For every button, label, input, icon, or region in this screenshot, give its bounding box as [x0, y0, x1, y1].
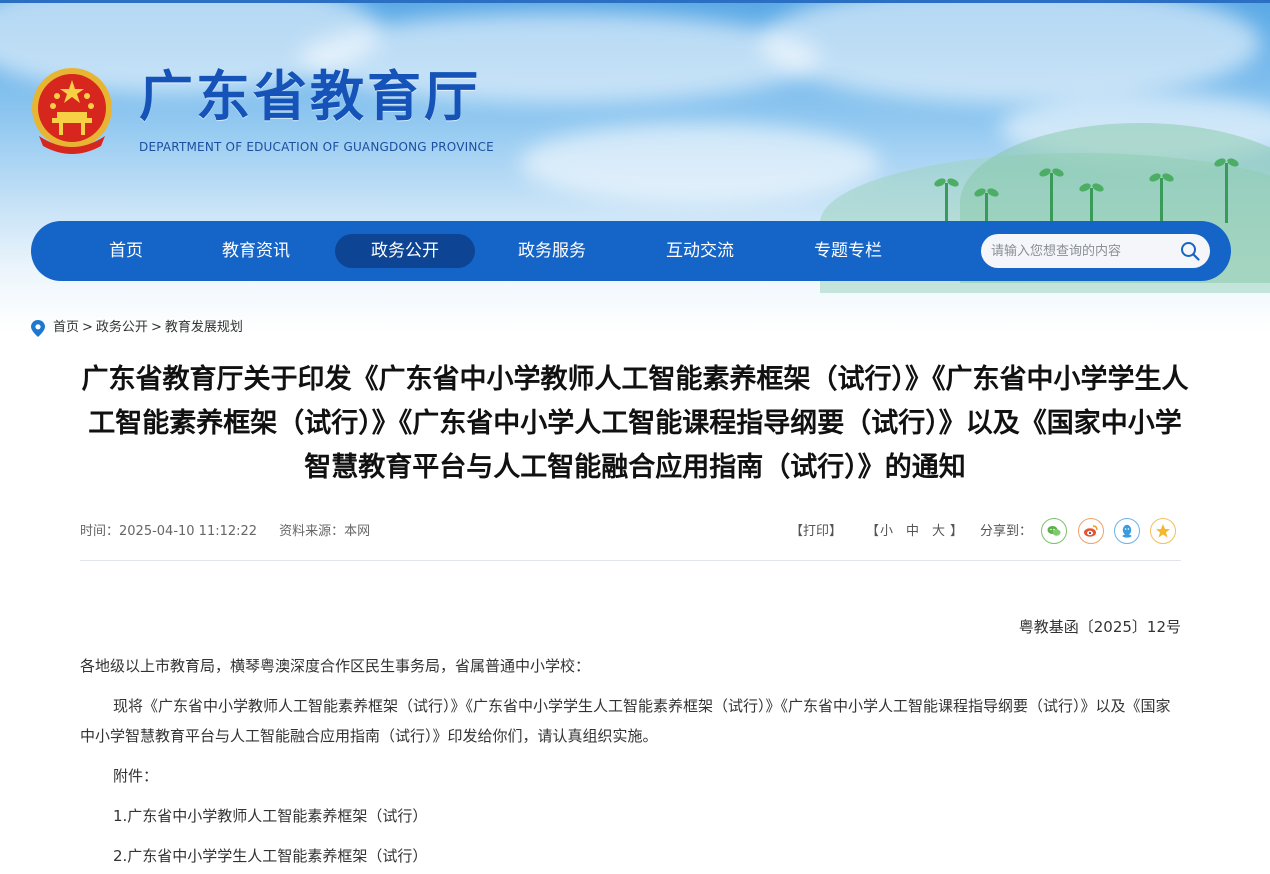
breadcrumb-education-planning[interactable]: 教育发展规划: [165, 320, 243, 335]
header-banner: [0, 3, 1270, 333]
font-size-small-button[interactable]: 小: [880, 522, 893, 542]
breadcrumb-separator: >: [82, 320, 93, 335]
article-source: 资料来源：本网: [279, 524, 371, 539]
site-title: 广东省教育厅: [139, 65, 481, 128]
font-size-bracket-close: 】: [950, 524, 964, 539]
font-size-medium-button[interactable]: 中: [906, 522, 919, 542]
wechat-icon[interactable]: [1041, 518, 1067, 544]
nav-item-special-topics[interactable]: 专题专栏: [793, 234, 903, 268]
document-number: 粤教基函〔2025〕12号: [1018, 618, 1181, 636]
meta-divider: [80, 560, 1181, 561]
article-title: 广东省教育厅关于印发《广东省中小学教师人工智能素养框架（试行）》《广东省中小学学…: [81, 364, 1189, 483]
search-box: [981, 234, 1210, 268]
search-input[interactable]: [991, 234, 1171, 268]
print-button[interactable]: 【打印】: [790, 522, 842, 542]
attachments-label: 附件：: [113, 767, 159, 785]
main-navigation: 首页 教育资讯 政务公开 政务服务 互动交流 专题专栏: [31, 221, 1231, 281]
share-label: 分享到：: [980, 524, 1033, 539]
search-icon[interactable]: [1180, 241, 1200, 261]
nav-item-education-news[interactable]: 教育资讯: [201, 234, 311, 268]
qq-icon[interactable]: [1114, 518, 1140, 544]
location-pin-icon: [31, 320, 45, 337]
site-subtitle: DEPARTMENT OF EDUCATION OF GUANGDONG PRO…: [139, 140, 494, 154]
font-size-large-button[interactable]: 大: [932, 522, 945, 542]
attachment-link-1[interactable]: 1.广东省中小学教师人工智能素养框架（试行）: [80, 801, 1181, 831]
publish-time: 时间：2025-04-10 11:12:22: [80, 524, 258, 539]
recipients-line: 各地级以上市教育局，横琴粤澳深度合作区民生事务局，省属普通中小学校：: [80, 657, 591, 675]
nav-item-interaction[interactable]: 互动交流: [645, 234, 755, 268]
article-meta: 时间：2025-04-10 11:12:22 资料来源：本网: [80, 522, 392, 542]
body-paragraph: 现将《广东省中小学教师人工智能素养框架（试行）》《广东省中小学学生人工智能素养框…: [80, 697, 1171, 745]
nav-item-home[interactable]: 首页: [81, 234, 171, 268]
national-emblem-icon: [32, 68, 112, 154]
breadcrumb-government-affairs[interactable]: 政务公开: [96, 320, 148, 335]
weibo-icon[interactable]: [1078, 518, 1104, 544]
breadcrumb-separator: >: [150, 320, 162, 335]
attachment-link-2[interactable]: 2.广东省中小学学生人工智能素养框架（试行）: [80, 841, 1181, 871]
nav-item-government-affairs[interactable]: 政务公开: [335, 234, 475, 268]
qzone-icon[interactable]: [1150, 518, 1176, 544]
nav-item-government-services[interactable]: 政务服务: [497, 234, 607, 268]
font-size-bracket-open: 【: [866, 524, 880, 539]
breadcrumb-home[interactable]: 首页: [53, 320, 79, 335]
